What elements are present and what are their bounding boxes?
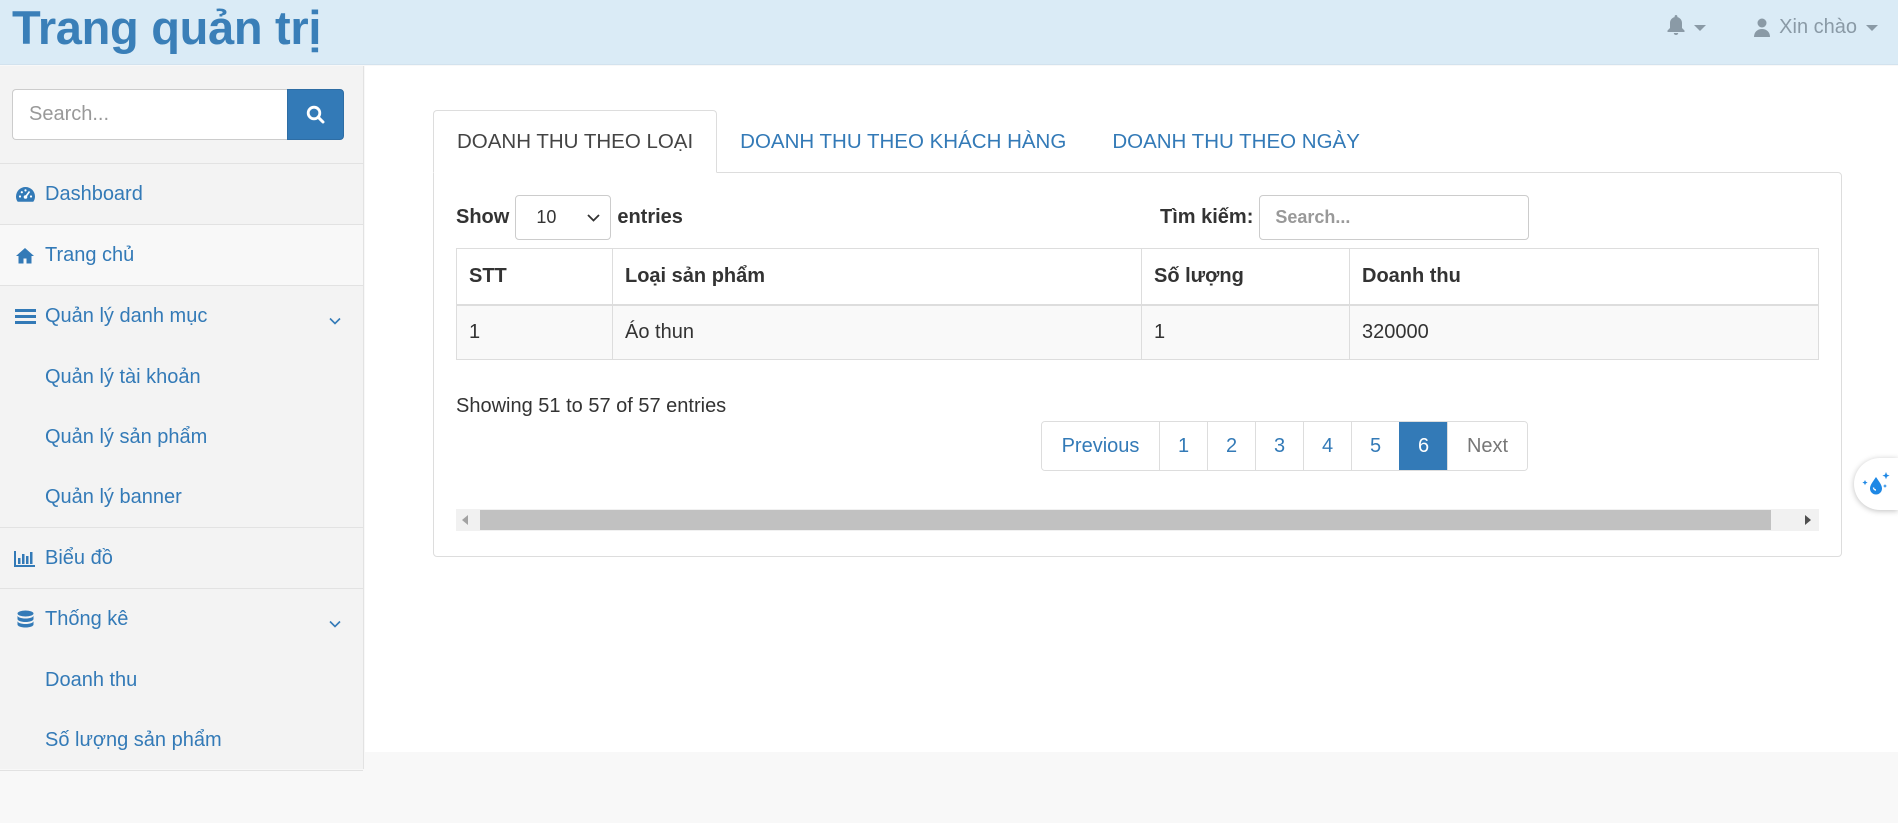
pagination-page[interactable]: 3 (1255, 422, 1303, 470)
sparkle-droplet-icon (1859, 467, 1893, 501)
pagination-next[interactable]: Next (1447, 422, 1527, 470)
scroll-left-arrow-icon[interactable] (462, 515, 468, 525)
pagination-page[interactable]: 1 (1159, 422, 1207, 470)
top-navbar: Trang quản trị Xin chào (0, 0, 1898, 65)
table-info: Showing 51 to 57 of 57 entries (456, 395, 727, 417)
home-icon (14, 244, 36, 266)
table-search-input[interactable] (1259, 195, 1530, 240)
pagination: Previous 1 2 3 4 5 6 Next (1041, 421, 1528, 471)
table-cell: 1 (1141, 304, 1350, 360)
tab-revenue-by-date[interactable]: DOANH THU THEO NGÀY (1089, 110, 1383, 173)
table-row: 1 Áo thun 1 320000 (456, 304, 1819, 360)
sidebar-item-label: Quản lý danh mục (45, 305, 208, 327)
caret-down-icon (1866, 24, 1878, 31)
navbar-right: Xin chào (1619, 0, 1878, 55)
bar-chart-icon (14, 547, 36, 569)
sidebar-search (0, 66, 363, 164)
sidebar-item-dashboard[interactable]: Dashboard (0, 164, 363, 225)
sidebar-item-charts[interactable]: Biểu đồ (0, 528, 363, 589)
column-header-stt[interactable]: STT (456, 248, 613, 306)
sidebar-item-label: Dashboard (45, 182, 143, 205)
sidebar: Dashboard Trang chủ Quản lý danh mục Quả… (0, 66, 364, 771)
dashboard-icon (14, 183, 36, 205)
bell-icon (1667, 14, 1685, 41)
tab-panel: Show 10 entries Tìm kiếm: STT Loại sản p… (433, 172, 1842, 557)
scroll-right-arrow-icon[interactable] (1805, 515, 1811, 525)
table-cell: 320000 (1349, 304, 1819, 360)
chevron-down-icon (587, 213, 600, 222)
greeting-text: Xin chào (1779, 16, 1857, 38)
table-header-row: STT Loại sản phẩm Số lượng Doanh thu (456, 248, 1819, 306)
sidebar-subitem-revenue[interactable]: Doanh thu (0, 650, 363, 710)
entries-length-control: Show 10 entries (456, 195, 683, 240)
database-icon (14, 609, 36, 631)
pagination-page[interactable]: 2 (1207, 422, 1255, 470)
search-icon (306, 105, 325, 124)
table-cell: Áo thun (612, 304, 1142, 360)
show-label: Show (456, 206, 510, 228)
pagination-page-current[interactable]: 6 (1399, 422, 1447, 470)
sidebar-search-input[interactable] (12, 89, 287, 140)
sidebar-subitem-product-quantity[interactable]: Số lượng sản phẩm (0, 710, 363, 770)
table-cell: 1 (456, 304, 613, 360)
sidebar-subitem-accounts[interactable]: Quản lý tài khoản (0, 347, 363, 407)
scrollbar-thumb[interactable] (480, 510, 1771, 530)
chevron-down-icon (329, 308, 341, 331)
sidebar-item-label: Trang chủ (45, 243, 135, 266)
brand-title[interactable]: Trang quản trị (12, 0, 321, 58)
sidebar-item-category-management[interactable]: Quản lý danh mục (0, 286, 363, 347)
column-header-quantity[interactable]: Số lượng (1141, 248, 1350, 306)
main-content: DOANH THU THEO LOẠI DOANH THU THEO KHÁCH… (365, 66, 1898, 752)
list-icon (14, 306, 36, 328)
filter-label: Tìm kiếm: (1160, 206, 1254, 228)
pagination-page[interactable]: 4 (1303, 422, 1351, 470)
submenu-statistics: Doanh thu Số lượng sản phẩm (0, 650, 363, 771)
sidebar-search-button[interactable] (287, 89, 344, 140)
user-icon (1754, 18, 1771, 37)
entries-length-value: 10 (536, 207, 557, 227)
submenu-category-management: Quản lý tài khoản Quản lý sản phẩm Quản … (0, 347, 363, 528)
tab-revenue-by-category[interactable]: DOANH THU THEO LOẠI (433, 110, 718, 173)
table-filter: Tìm kiếm: (1160, 195, 1530, 240)
entries-length-select[interactable]: 10 (515, 195, 612, 240)
sidebar-item-home[interactable]: Trang chủ (0, 225, 363, 286)
user-dropdown[interactable]: Xin chào (1754, 16, 1878, 39)
sidebar-item-label: Thống kê (45, 608, 129, 630)
column-header-product-category[interactable]: Loại sản phẩm (612, 248, 1142, 306)
revenue-table: STT Loại sản phẩm Số lượng Doanh thu 1 Á… (456, 248, 1819, 360)
sidebar-item-label: Biểu đồ (45, 546, 113, 569)
revenue-tabs: DOANH THU THEO LOẠI DOANH THU THEO KHÁCH… (433, 110, 1383, 173)
horizontal-scrollbar[interactable] (456, 509, 1819, 531)
caret-down-icon (1694, 24, 1707, 31)
pagination-previous[interactable]: Previous (1042, 422, 1159, 470)
sidebar-item-statistics[interactable]: Thống kê (0, 589, 363, 650)
column-header-revenue[interactable]: Doanh thu (1349, 248, 1819, 306)
tab-revenue-by-customer[interactable]: DOANH THU THEO KHÁCH HÀNG (717, 110, 1089, 173)
entries-label: entries (617, 206, 683, 228)
sidebar-subitem-banners[interactable]: Quản lý banner (0, 467, 363, 527)
pagination-page[interactable]: 5 (1351, 422, 1399, 470)
floating-assistant-button[interactable] (1854, 458, 1898, 510)
notifications-dropdown[interactable] (1667, 14, 1707, 41)
sidebar-subitem-products[interactable]: Quản lý sản phẩm (0, 407, 363, 467)
chevron-down-icon (329, 611, 341, 634)
